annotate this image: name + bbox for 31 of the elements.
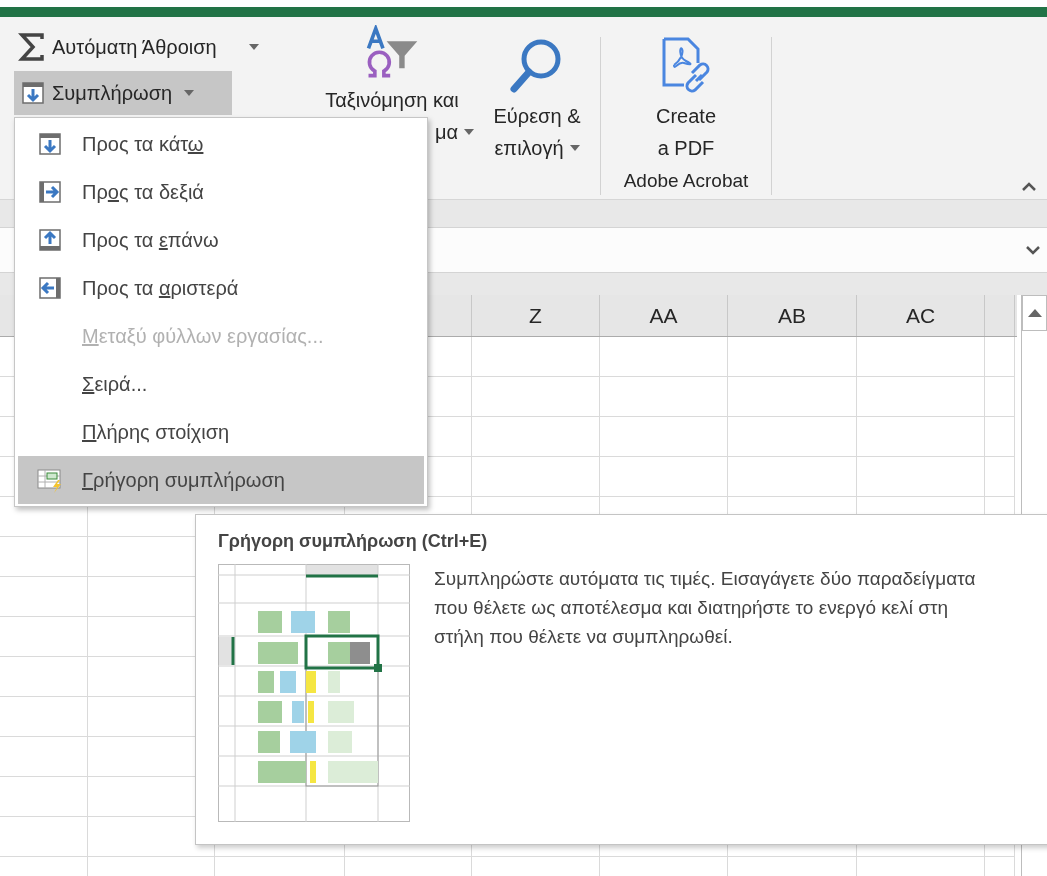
caret-icon (464, 129, 474, 135)
column-header[interactable]: AB (728, 295, 857, 336)
arrow-down-icon (20, 80, 46, 106)
chevron-down-icon[interactable] (1025, 245, 1041, 255)
arrow-up-icon (37, 227, 63, 253)
column-header[interactable]: AA (600, 295, 728, 336)
tooltip-description: Συμπληρώστε αυτόματα τις τιμές. Εισαγάγετε δύο παραδείγματα που θέλετε ως αποτέλεσμα και διατηρήστε το ενεργό κελί στη στήλη που θέλετε να συμπληρωθεί. (434, 567, 977, 649)
triangle-up-icon (1027, 309, 1042, 317)
fill-button[interactable]: Συμπλήρωση (14, 71, 232, 115)
arrow-down-icon (37, 131, 63, 157)
group-label: Adobe Acrobat (623, 170, 749, 192)
caret-icon (184, 90, 195, 96)
tooltip-title: Γρήγορη συμπλήρωση (Ctrl+E) (218, 531, 489, 552)
caret-icon (248, 44, 259, 50)
find-select-button[interactable]: Εύρεση & επιλογή (478, 17, 596, 199)
caret-icon (569, 145, 580, 151)
menu-item[interactable]: Προς τα επάνω (18, 216, 424, 264)
menu-item[interactable]: Γρήγορη συμπλήρωση (18, 456, 424, 504)
chevron-up-icon[interactable] (1021, 181, 1037, 191)
menu-item[interactable]: Σειρά... (18, 360, 424, 408)
flash-fill-icon (36, 467, 64, 493)
column-header[interactable]: AC (857, 295, 985, 336)
create-pdf-button[interactable]: Create a PDF (656, 17, 716, 164)
menu-item[interactable]: Πλήρης στοίχιση (18, 408, 424, 456)
scroll-up-button[interactable] (1022, 295, 1047, 331)
arrow-right-icon (37, 179, 63, 205)
sigma-icon (18, 32, 46, 62)
menu-item[interactable]: Προς τα αριστερά (18, 264, 424, 312)
arrow-left-icon (37, 275, 63, 301)
column-header[interactable]: Z (472, 295, 600, 336)
autosum-button[interactable]: Αυτόματη Άθροιση (14, 29, 306, 65)
